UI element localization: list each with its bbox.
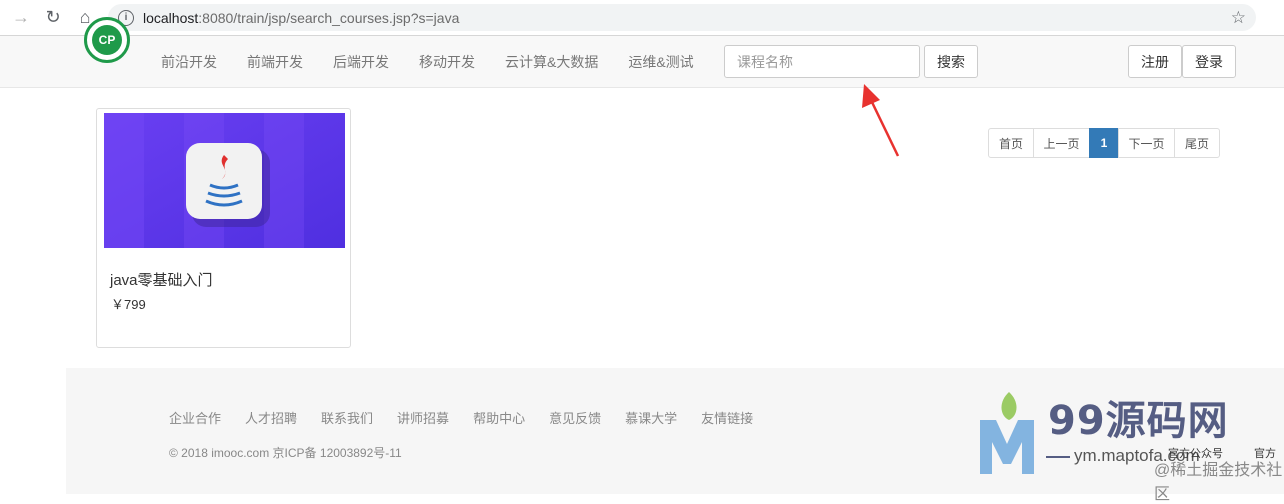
footer-link-cooperation[interactable]: 企业合作 (169, 408, 221, 427)
logo-mark: CP (92, 25, 122, 55)
site-navbar: 前沿开发 前端开发 后端开发 移动开发 云计算&大数据 运维&测试 搜索 注册 … (0, 36, 1284, 88)
reload-icon[interactable]: ↻ (42, 7, 64, 29)
page-current[interactable]: 1 (1089, 128, 1119, 158)
footer-link-help[interactable]: 帮助中心 (473, 408, 525, 427)
watermark-juejin: @稀土掘金技术社区 (1154, 462, 1283, 503)
footer-link-contact[interactable]: 联系我们 (321, 408, 373, 427)
search-button[interactable]: 搜索 (924, 45, 978, 78)
nav-link-ops[interactable]: 运维&测试 (617, 52, 704, 72)
course-card[interactable]: java零基础入门 ￥799 (96, 108, 351, 348)
page-last[interactable]: 尾页 (1174, 128, 1220, 158)
register-button[interactable]: 注册 (1128, 45, 1182, 78)
course-title[interactable]: java零基础入门 (110, 269, 213, 290)
pagination: 首页 上一页 1 下一页 尾页 (988, 128, 1220, 158)
nav-link-mobile[interactable]: 移动开发 (408, 52, 486, 72)
back-icon[interactable]: → (10, 7, 32, 29)
footer-links: 企业合作 人才招聘 联系我们 讲师招募 帮助中心 意见反馈 慕课大学 友情链接 (169, 408, 777, 427)
address-bar[interactable]: i localhost:8080/train/jsp/search_course… (108, 4, 1256, 31)
footer-link-jobs[interactable]: 人才招聘 (245, 408, 297, 427)
watermark-logo-icon (980, 392, 1034, 474)
login-button[interactable]: 登录 (1182, 45, 1236, 78)
nav-link-frontend[interactable]: 前端开发 (236, 52, 314, 72)
nav-link-backend[interactable]: 后端开发 (322, 52, 400, 72)
page-next[interactable]: 下一页 (1118, 128, 1175, 158)
browser-toolbar: → ↻ ⌂ i localhost:8080/train/jsp/search_… (0, 0, 1284, 36)
bookmark-star-icon[interactable]: ☆ (1231, 8, 1246, 28)
site-footer: 企业合作 人才招聘 联系我们 讲师招募 帮助中心 意见反馈 慕课大学 友情链接 … (66, 368, 1284, 503)
page-first[interactable]: 首页 (988, 128, 1034, 158)
page-prev[interactable]: 上一页 (1033, 128, 1090, 158)
footer-link-university[interactable]: 慕课大学 (625, 408, 677, 427)
footer-link-lecturers[interactable]: 讲师招募 (397, 408, 449, 427)
footer-link-friends[interactable]: 友情链接 (701, 408, 753, 427)
nav-link-frontier[interactable]: 前沿开发 (150, 52, 228, 72)
search-input[interactable] (724, 45, 920, 78)
site-logo[interactable]: CP (84, 17, 130, 63)
course-price: ￥799 (111, 297, 146, 312)
url-text: localhost:8080/train/jsp/search_courses.… (143, 9, 460, 26)
nav-link-cloud[interactable]: 云计算&大数据 (494, 52, 609, 72)
watermark-brand: 99源码网 (1048, 398, 1229, 444)
nav-links: 前沿开发 前端开发 后端开发 移动开发 云计算&大数据 运维&测试 (150, 36, 713, 88)
footer-link-feedback[interactable]: 意见反馈 (549, 408, 601, 427)
annotation-arrow (862, 84, 900, 157)
course-thumbnail[interactable] (104, 113, 345, 248)
copyright-text: © 2018 imooc.com 京ICP备 12003892号-11 (169, 446, 402, 460)
